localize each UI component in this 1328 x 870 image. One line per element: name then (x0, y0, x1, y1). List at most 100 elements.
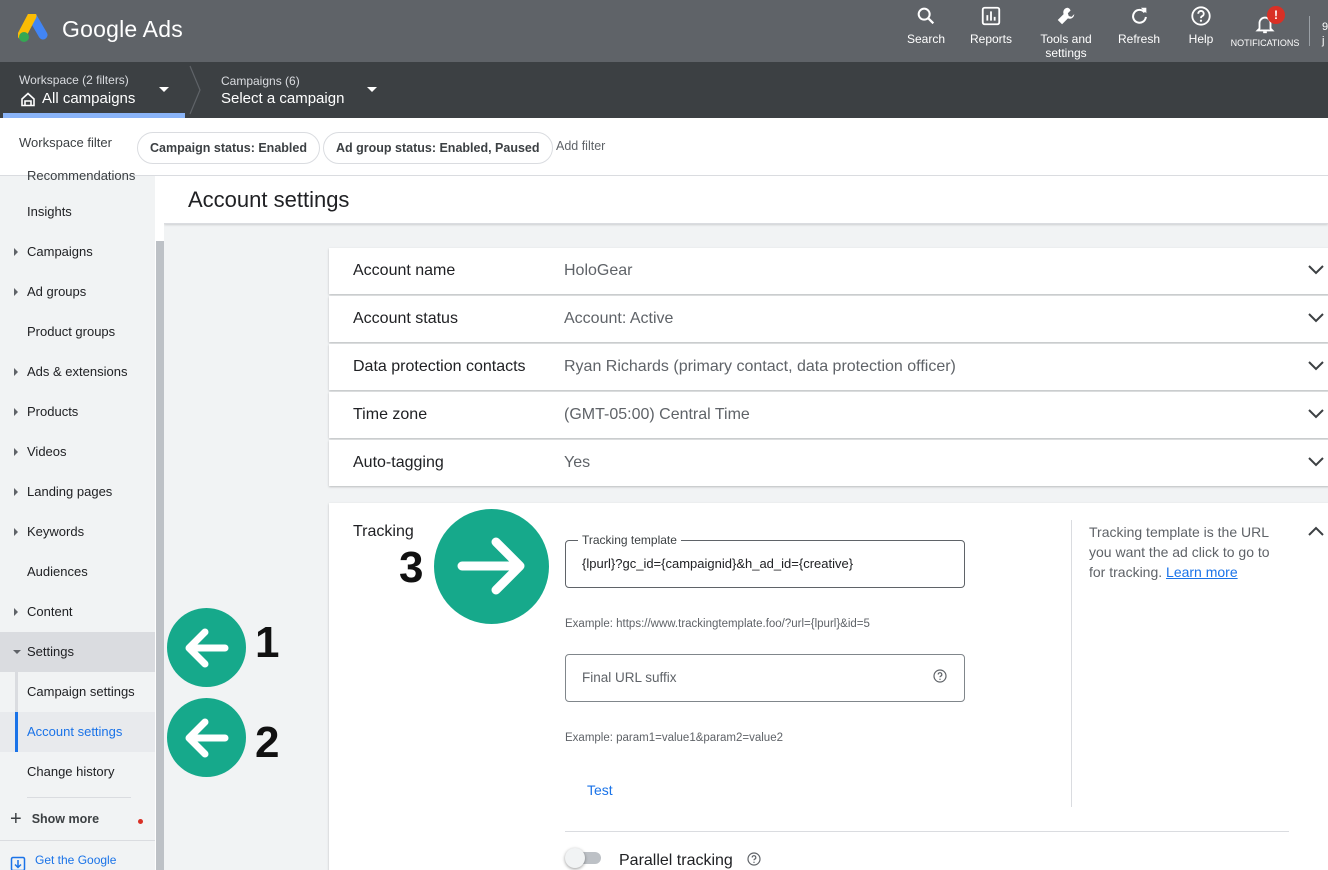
setting-key: Data protection contacts (353, 358, 526, 375)
sidebar-item-products[interactable]: Products (0, 392, 155, 432)
expand-arrow-icon (14, 248, 18, 256)
sidebar-item-insights[interactable]: Insights (0, 192, 155, 232)
sidebar-item-label: Landing pages (27, 484, 113, 499)
nav-help-button[interactable]: Help (1184, 5, 1218, 46)
expand-arrow-icon (14, 288, 18, 296)
workspace-selector[interactable]: All campaigns (20, 90, 135, 107)
sidebar-item-account-settings[interactable]: Account settings (0, 712, 155, 752)
sidebar-item-content[interactable]: Content (0, 592, 155, 632)
sidebar-item-product-groups[interactable]: Product groups (0, 312, 155, 352)
add-filter-button[interactable]: Add filter (556, 139, 605, 153)
filter-chip-ad-group-status[interactable]: Ad group status: Enabled, Paused (323, 132, 553, 164)
sidebar-divider (0, 840, 155, 841)
nav-reports-button[interactable]: Reports (968, 5, 1014, 46)
help-icon[interactable] (747, 852, 761, 866)
chevron-down-icon (1308, 361, 1324, 371)
help-icon[interactable] (933, 669, 947, 683)
reports-icon (981, 6, 1001, 26)
nav-refresh-button[interactable]: Refresh (1116, 5, 1162, 46)
sidebar-item-label: Product groups (27, 324, 116, 339)
workspace-label: Workspace (2 filters) (19, 73, 129, 87)
sidebar-item-label: Account settings (27, 724, 123, 739)
setting-key: Account status (353, 310, 458, 327)
nav-refresh-label: Refresh (1117, 32, 1161, 46)
sidebar-item-campaign-settings[interactable]: Campaign settings (0, 672, 155, 712)
expand-arrow-icon (14, 528, 18, 536)
setting-row-account-name[interactable]: Account name HoloGear (329, 248, 1328, 294)
chevron-down-icon (1308, 409, 1324, 419)
account-peek-line2: j (1322, 35, 1325, 47)
sidebar-item-campaigns[interactable]: Campaigns (0, 232, 155, 272)
breadcrumb-chevron-icon (189, 65, 201, 115)
plus-icon: + (10, 808, 22, 830)
sidebar-item-change-history[interactable]: Change history (0, 752, 155, 792)
chevron-down-icon (1308, 265, 1324, 275)
workspace-filter-label: Workspace filter (19, 135, 112, 150)
final-url-suffix-placeholder: Final URL suffix (582, 670, 677, 685)
parallel-tracking-toggle[interactable] (565, 848, 603, 868)
sidebar-item-label: Change history (27, 764, 115, 779)
expand-arrow-icon (14, 368, 18, 376)
arrow-left-icon (185, 718, 229, 758)
sidebar-item-label: Products (27, 404, 79, 419)
campaign-dropdown-icon[interactable] (366, 86, 378, 94)
annotation-number-3: 3 (399, 543, 424, 592)
sidebar-item-recommendations[interactable]: Recommendations (27, 168, 135, 183)
nav-search-button[interactable]: Search (906, 5, 946, 46)
nav-notifications-button[interactable]: NOTIFICATIONS (1231, 5, 1299, 50)
setting-row-data-protection[interactable]: Data protection contacts Ryan Richards (… (329, 344, 1328, 390)
tracking-template-value[interactable]: {lpurl}?gc_id={campaignid}&h_ad_id={crea… (582, 556, 853, 571)
vertical-divider (1071, 520, 1072, 807)
chevron-up-icon[interactable] (1307, 525, 1325, 537)
expand-arrow-icon (14, 488, 18, 496)
page-title: Account settings (188, 187, 350, 212)
sidebar-item-settings[interactable]: Settings (0, 632, 155, 672)
annotation-arrow-left-1 (167, 608, 246, 687)
campaign-selector[interactable]: Select a campaign (221, 90, 344, 107)
nav-tools-label: Tools and (1040, 32, 1092, 46)
setting-value: Ryan Richards (primary contact, data pro… (564, 358, 956, 375)
filter-chip-campaign-status[interactable]: Campaign status: Enabled (137, 132, 320, 164)
search-icon (917, 7, 935, 25)
sidebar-item-ad-groups[interactable]: Ad groups (0, 272, 155, 312)
sidebar-item-label: Keywords (27, 524, 85, 539)
setting-row-time-zone[interactable]: Time zone (GMT-05:00) Central Time (329, 392, 1328, 438)
sidebar-item-audiences[interactable]: Audiences (0, 552, 155, 592)
setting-row-auto-tagging[interactable]: Auto-tagging Yes (329, 440, 1328, 486)
setting-value: (GMT-05:00) Central Time (564, 406, 750, 423)
workspace-dropdown-icon[interactable] (158, 86, 170, 94)
show-more-button[interactable]: + Show more (10, 808, 99, 830)
annotation-number-1: 1 (255, 618, 280, 667)
sidebar-divider (27, 797, 131, 798)
parallel-tracking-label: Parallel tracking (619, 852, 733, 869)
sidebar-item-keywords[interactable]: Keywords (0, 512, 155, 552)
setting-row-account-status[interactable]: Account status Account: Active (329, 296, 1328, 342)
setting-key: Account name (353, 262, 456, 279)
test-button[interactable]: Test (587, 782, 613, 798)
expand-arrow-icon (14, 448, 18, 456)
nav-search-label: Search (906, 32, 946, 46)
learn-more-link[interactable]: Learn more (1166, 564, 1238, 580)
app-title[interactable]: Google Ads (62, 16, 183, 43)
get-app-link[interactable]: Get the Google (35, 853, 116, 867)
nav-tools-button[interactable]: Tools and settings (1036, 5, 1096, 60)
sidebar-item-ads-extensions[interactable]: Ads & extensions (0, 352, 155, 392)
arrow-right-icon (457, 537, 525, 595)
sidebar-item-landing-pages[interactable]: Landing pages (0, 472, 155, 512)
workspace-value: All campaigns (42, 90, 136, 107)
chevron-down-icon (1308, 313, 1324, 323)
account-avatar[interactable]: 9 j (1322, 20, 1328, 48)
top-divider (1309, 16, 1310, 46)
nav-help-label: Help (1188, 32, 1214, 46)
sidebar-scrollbar[interactable] (156, 241, 164, 870)
sidebar: Recommendations Insights Campaigns Ad gr… (0, 168, 155, 870)
setting-value: Account: Active (564, 310, 674, 327)
sidebar-item-label: Settings (27, 644, 74, 659)
arrow-left-icon (185, 628, 229, 668)
main-content: Account settings Account name HoloGear A… (164, 176, 1328, 870)
sidebar-item-label: Ad groups (27, 284, 87, 299)
new-indicator-dot (138, 819, 143, 824)
sidebar-item-videos[interactable]: Videos (0, 432, 155, 472)
google-ads-logo-icon[interactable] (17, 11, 52, 49)
sidebar-item-label: Audiences (27, 564, 88, 579)
